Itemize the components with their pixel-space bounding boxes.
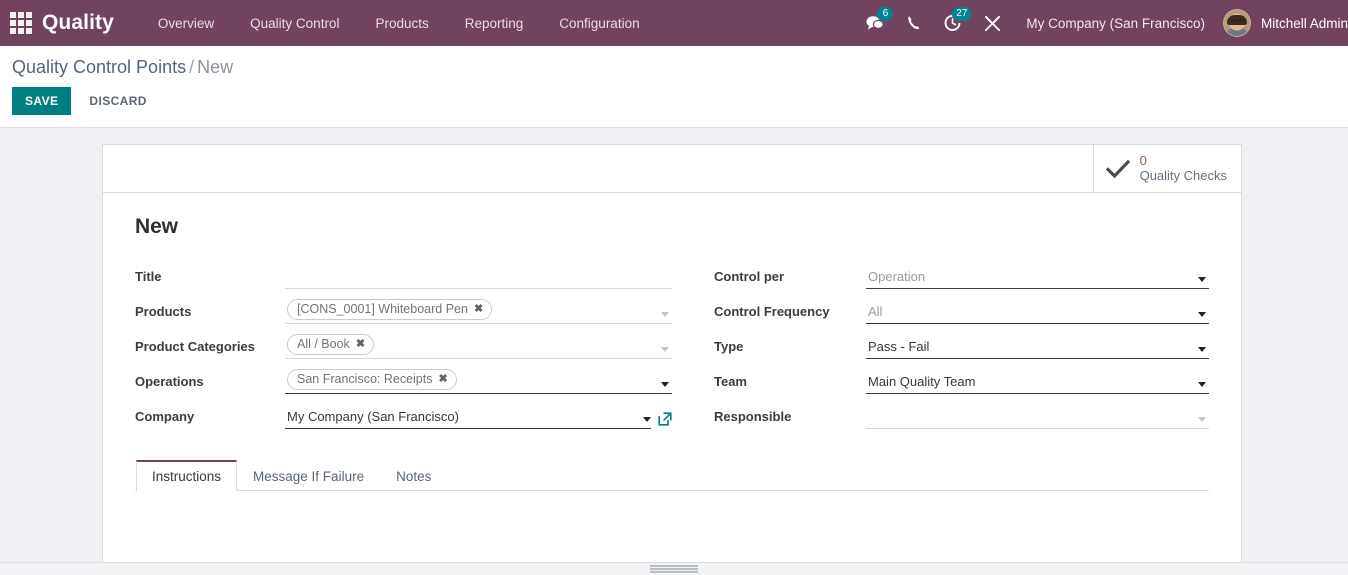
field-value-product-categories: All / Book ✖ xyxy=(285,334,672,359)
form-body: New Title Products [CONS_0001] Whiteboar… xyxy=(103,193,1241,575)
form-columns: Title Products [CONS_0001] Whiteboard Pe… xyxy=(135,261,1209,436)
field-value-responsible xyxy=(866,404,1209,429)
tag-label: San Francisco: Receipts xyxy=(297,372,433,386)
phone-icon[interactable] xyxy=(895,0,932,46)
field-row-team: Team xyxy=(714,366,1209,394)
current-company-selector[interactable]: My Company (San Francisco) xyxy=(1012,16,1219,31)
company-input[interactable] xyxy=(285,406,651,429)
operations-tag-input[interactable]: San Francisco: Receipts ✖ xyxy=(285,369,672,394)
form-column-right: Control per Control Frequency xyxy=(672,261,1209,436)
field-row-responsible: Responsible xyxy=(714,401,1209,429)
remove-tag-icon[interactable]: ✖ xyxy=(474,301,483,317)
control-frequency-select[interactable] xyxy=(866,301,1209,324)
tab-message-if-failure[interactable]: Message If Failure xyxy=(237,460,380,491)
form-action-buttons: SAVE DISCARD xyxy=(12,87,1336,115)
field-row-products: Products [CONS_0001] Whiteboard Pen ✖ xyxy=(135,296,672,324)
messages-icon[interactable]: 6 xyxy=(854,0,895,46)
top-navbar: Quality Overview Quality Control Product… xyxy=(0,0,1348,46)
field-row-title: Title xyxy=(135,261,672,289)
user-menu[interactable]: Mitchell Admin xyxy=(1219,0,1348,46)
type-select[interactable] xyxy=(866,336,1209,359)
field-label-control-per: Control per xyxy=(714,269,785,284)
field-value-products: [CONS_0001] Whiteboard Pen ✖ xyxy=(285,299,672,324)
field-value-company xyxy=(285,404,672,429)
field-value-control-per xyxy=(866,264,1209,289)
field-label-product-categories: Product Categories xyxy=(135,339,255,354)
field-value-control-frequency xyxy=(866,299,1209,324)
record-title: New xyxy=(135,215,178,238)
remove-tag-icon[interactable]: ✖ xyxy=(356,336,365,352)
tag-label: All / Book xyxy=(297,337,350,351)
field-value-title xyxy=(285,264,672,289)
form-column-left: Title Products [CONS_0001] Whiteboard Pe… xyxy=(135,261,672,436)
product-categories-tag-input[interactable]: All / Book ✖ xyxy=(285,334,672,359)
form-sheet: 0 Quality Checks New Title Products [CON… xyxy=(102,144,1242,575)
stat-label-quality-checks: Quality Checks xyxy=(1139,167,1227,183)
stat-button-quality-checks[interactable]: 0 Quality Checks xyxy=(1092,145,1241,192)
app-brand-quality[interactable]: Quality xyxy=(42,11,114,35)
tab-instructions[interactable]: Instructions xyxy=(136,460,238,491)
notebook: Instructions Message If Failure Notes xyxy=(135,460,1209,575)
remove-tag-icon[interactable]: ✖ xyxy=(438,371,447,387)
field-row-operations: Operations San Francisco: Receipts ✖ xyxy=(135,366,672,394)
wrench-tools-icon[interactable] xyxy=(973,0,1012,46)
discard-button[interactable]: DISCARD xyxy=(77,87,158,115)
external-link-icon[interactable] xyxy=(658,412,672,429)
user-name-label: Mitchell Admin xyxy=(1260,15,1348,31)
field-value-operations: San Francisco: Receipts ✖ xyxy=(285,369,672,394)
field-row-type: Type xyxy=(714,331,1209,359)
breadcrumb-root-link[interactable]: Quality Control Points xyxy=(12,57,186,77)
activities-count-badge: 27 xyxy=(952,7,972,21)
control-per-select[interactable] xyxy=(866,266,1209,289)
field-row-company: Company xyxy=(135,401,672,429)
menu-item-reporting[interactable]: Reporting xyxy=(447,0,542,46)
field-value-type xyxy=(866,334,1209,359)
field-row-product-categories: Product Categories All / Book ✖ xyxy=(135,331,672,359)
tag-operation-0[interactable]: San Francisco: Receipts ✖ xyxy=(287,369,457,390)
products-tag-input[interactable]: [CONS_0001] Whiteboard Pen ✖ xyxy=(285,299,672,324)
messages-count-badge: 6 xyxy=(877,7,894,21)
field-label-responsible: Responsible xyxy=(714,409,792,424)
activity-clock-icon[interactable]: 27 xyxy=(932,0,973,46)
breadcrumb-separator: / xyxy=(189,57,195,77)
user-avatar xyxy=(1222,9,1251,37)
stat-value-quality-checks: 0 xyxy=(1139,152,1147,168)
field-row-control-per: Control per xyxy=(714,261,1209,289)
resize-grip-icon[interactable] xyxy=(650,565,698,573)
stat-button-text: 0 Quality Checks xyxy=(1139,152,1227,184)
field-label-products: Products xyxy=(135,304,192,319)
field-label-type: Type xyxy=(714,339,744,354)
tag-label: [CONS_0001] Whiteboard Pen xyxy=(297,302,468,316)
team-select[interactable] xyxy=(866,371,1209,394)
field-label-title: Title xyxy=(135,269,162,284)
tab-notes[interactable]: Notes xyxy=(380,460,447,491)
menu-item-configuration[interactable]: Configuration xyxy=(541,0,657,46)
menu-item-overview[interactable]: Overview xyxy=(140,0,232,46)
field-label-company: Company xyxy=(135,409,195,424)
field-label-operations: Operations xyxy=(135,374,204,389)
check-mark-icon xyxy=(1105,159,1130,179)
tag-product-0[interactable]: [CONS_0001] Whiteboard Pen ✖ xyxy=(287,299,493,320)
apps-grid-icon[interactable] xyxy=(8,10,34,36)
menu-item-products[interactable]: Products xyxy=(357,0,446,46)
main-menu: Overview Quality Control Products Report… xyxy=(140,0,658,46)
stat-button-box: 0 Quality Checks xyxy=(103,145,1241,193)
title-input[interactable] xyxy=(285,266,672,289)
field-value-team xyxy=(866,369,1209,394)
field-row-control-frequency: Control Frequency xyxy=(714,296,1209,324)
systray: 6 27 My Company (San Francisco) Mitchell… xyxy=(854,0,1348,46)
breadcrumb-current: New xyxy=(197,57,234,77)
field-label-team: Team xyxy=(714,374,747,389)
control-panel: Quality Control Points / New SAVE DISCARD xyxy=(0,46,1348,128)
menu-item-quality-control[interactable]: Quality Control xyxy=(232,0,357,46)
tag-product-category-0[interactable]: All / Book ✖ xyxy=(287,334,375,355)
field-label-control-frequency: Control Frequency xyxy=(714,304,830,319)
notebook-tabs: Instructions Message If Failure Notes xyxy=(135,460,1209,491)
responsible-select[interactable] xyxy=(866,406,1209,429)
bottom-resize-bar xyxy=(0,562,1348,575)
save-button[interactable]: SAVE xyxy=(12,87,72,115)
breadcrumb: Quality Control Points / New xyxy=(12,55,1336,79)
form-view-background: 0 Quality Checks New Title Products [CON… xyxy=(0,128,1348,575)
